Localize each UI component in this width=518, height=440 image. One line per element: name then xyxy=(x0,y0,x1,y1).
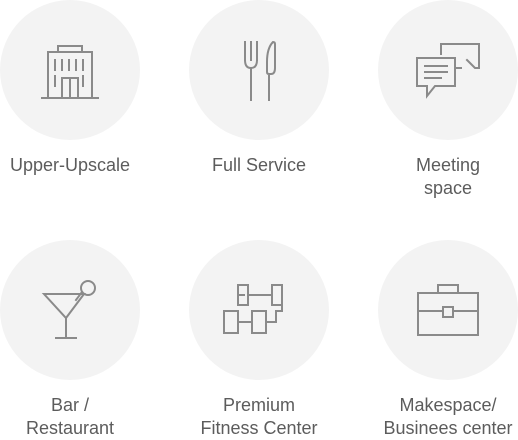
feature-label: Meeting space xyxy=(415,155,481,198)
feature-label: Premium Fitness Center xyxy=(200,395,318,438)
briefcase-icon xyxy=(417,284,479,336)
fork-knife-icon xyxy=(243,40,276,101)
feature-label: Bar / Restaurant xyxy=(25,395,115,438)
building-icon xyxy=(41,45,99,99)
feature-bar-restaurant: Bar / Restaurant xyxy=(0,240,150,440)
feature-label: Upper-Upscale xyxy=(9,155,131,175)
chat-bubbles-icon xyxy=(416,43,480,99)
feature-label: Full Service xyxy=(211,155,307,175)
feature-icon-circle xyxy=(189,0,329,140)
dumbbell-icon xyxy=(223,284,283,334)
feature-icon-circle xyxy=(189,240,329,380)
feature-full-service: Full Service xyxy=(179,0,339,177)
feature-upper-upscale: Upper-Upscale xyxy=(0,0,150,177)
feature-premium-fitness: Premium Fitness Center xyxy=(179,240,339,440)
feature-icon-circle xyxy=(0,240,140,380)
feature-label: Makespace/ Businees center xyxy=(383,395,513,438)
cocktail-glass-icon xyxy=(41,280,96,339)
feature-makespace-business: Makespace/ Businees center xyxy=(368,240,518,440)
feature-icon-circle xyxy=(378,0,518,140)
feature-icon-circle xyxy=(0,0,140,140)
feature-icon-circle xyxy=(378,240,518,380)
feature-meeting-space: Meeting space xyxy=(368,0,518,200)
